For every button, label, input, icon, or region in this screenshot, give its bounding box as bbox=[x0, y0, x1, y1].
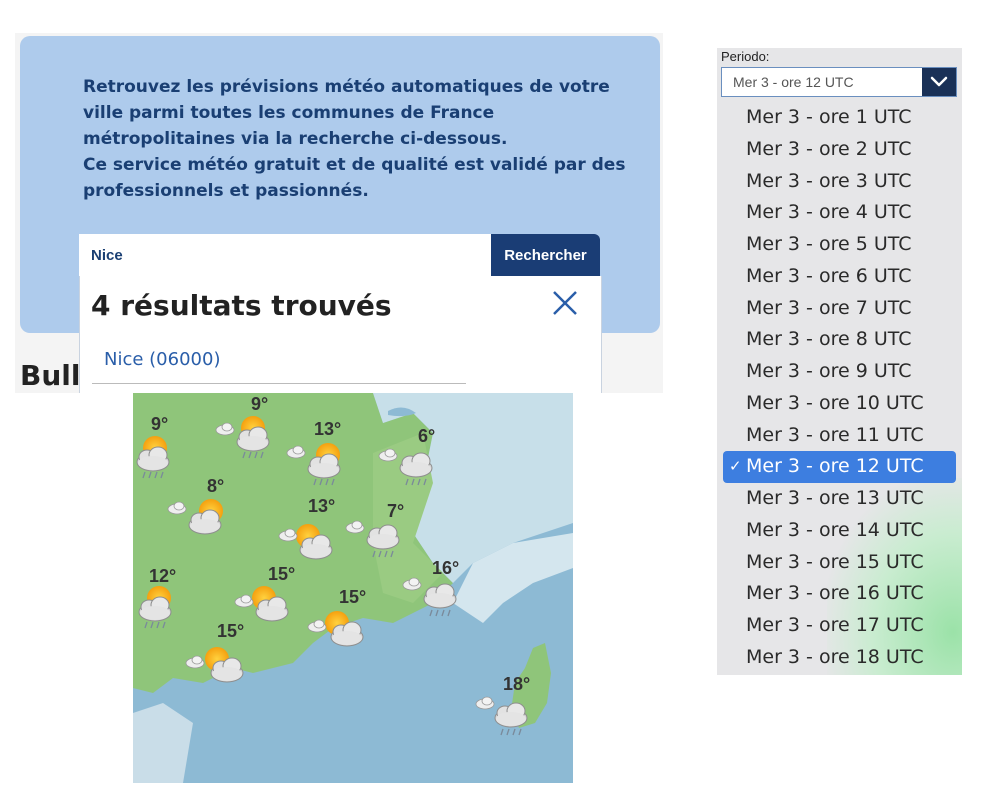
period-option-label: Mer 3 - ore 11 UTC bbox=[746, 423, 924, 446]
results-title: 4 résultats trouvés bbox=[91, 289, 392, 322]
temp-label: 15° bbox=[339, 587, 366, 607]
temp-label: 6° bbox=[418, 426, 435, 446]
period-option-label: Mer 3 - ore 10 UTC bbox=[746, 391, 924, 414]
period-label: Periodo: bbox=[721, 49, 770, 64]
temp-label: 9° bbox=[151, 414, 168, 434]
period-option[interactable]: Mer 3 - ore 8 UTC bbox=[717, 324, 962, 356]
temp-label: 8° bbox=[207, 476, 224, 496]
period-select[interactable]: Mer 3 - ore 12 UTC bbox=[721, 67, 957, 97]
temp-label: 9° bbox=[251, 394, 268, 414]
period-option-label: Mer 3 - ore 7 UTC bbox=[746, 296, 912, 319]
temp-label: 16° bbox=[432, 558, 459, 578]
period-option[interactable]: Mer 3 - ore 4 UTC bbox=[717, 197, 962, 229]
period-option-label: Mer 3 - ore 14 UTC bbox=[746, 518, 924, 541]
temp-label: 18° bbox=[503, 674, 530, 694]
period-option[interactable]: Mer 3 - ore 5 UTC bbox=[717, 229, 962, 261]
intro-text: Retrouvez les prévisions météo automatiq… bbox=[83, 74, 643, 204]
period-option-label: Mer 3 - ore 18 UTC bbox=[746, 645, 924, 668]
temp-label: 13° bbox=[308, 496, 335, 516]
close-icon[interactable] bbox=[550, 288, 580, 318]
period-option-label: Mer 3 - ore 1 UTC bbox=[746, 106, 912, 128]
period-select-value: Mer 3 - ore 12 UTC bbox=[733, 74, 854, 90]
search-results-dropdown: 4 résultats trouvés Nice (06000) bbox=[79, 276, 602, 393]
temp-label: 7° bbox=[387, 501, 404, 521]
period-option[interactable]: Mer 3 - ore 2 UTC bbox=[717, 134, 962, 166]
period-option-label: Mer 3 - ore 4 UTC bbox=[746, 201, 912, 224]
temp-label: 15° bbox=[268, 564, 295, 584]
period-option-label: Mer 3 - ore 6 UTC bbox=[746, 264, 912, 287]
intro-line: métropolitaines via la recherche ci-dess… bbox=[83, 129, 508, 149]
period-option-label: Mer 3 - ore 2 UTC bbox=[746, 137, 912, 160]
period-option[interactable]: Mer 3 - ore 1 UTC bbox=[717, 102, 962, 134]
period-option-label: Mer 3 - ore 9 UTC bbox=[746, 360, 912, 382]
period-option-label: Mer 3 - ore 13 UTC bbox=[746, 487, 924, 509]
period-option-label: Mer 3 - ore 12 UTC bbox=[746, 455, 924, 478]
period-option[interactable]: Mer 3 - ore 6 UTC bbox=[717, 261, 962, 293]
period-option[interactable]: Mer 3 - ore 10 UTC bbox=[717, 388, 962, 420]
results-divider bbox=[92, 383, 466, 384]
checkmark-icon: ✓ bbox=[729, 457, 742, 476]
select-toggle-button[interactable] bbox=[922, 68, 956, 96]
temp-label: 15° bbox=[217, 621, 244, 641]
weather-map[interactable]: 9° 9° 13° 6° 8° 13° 7° 12° 15° 15° 16° 1… bbox=[133, 393, 573, 783]
period-option[interactable]: Mer 3 - ore 13 UTC bbox=[717, 483, 962, 515]
period-option-label: Mer 3 - ore 3 UTC bbox=[746, 169, 912, 192]
search-button[interactable]: Rechercher bbox=[491, 234, 600, 276]
city-search-input[interactable] bbox=[79, 234, 491, 276]
period-option[interactable]: Mer 3 - ore 14 UTC bbox=[717, 515, 962, 547]
period-option[interactable]: Mer 3 - ore 11 UTC bbox=[717, 420, 962, 452]
chevron-down-icon bbox=[930, 76, 948, 87]
temp-label: 13° bbox=[314, 419, 341, 439]
period-option-label: Mer 3 - ore 8 UTC bbox=[746, 328, 912, 351]
period-option[interactable]: Mer 3 - ore 3 UTC bbox=[717, 166, 962, 198]
search-result-item[interactable]: Nice (06000) bbox=[104, 349, 220, 370]
search-panel: Retrouvez les prévisions météo automatiq… bbox=[15, 33, 663, 393]
period-selector-panel: Periodo: Mer 3 - ore 12 UTC Mer 3 - ore … bbox=[717, 48, 962, 675]
period-option-label: Mer 3 - ore 15 UTC bbox=[746, 550, 924, 573]
intro-line: professionnels et passionnés. bbox=[83, 181, 369, 201]
intro-line: Retrouvez les prévisions météo automatiq… bbox=[83, 77, 610, 97]
period-options-list: Mer 3 - ore 1 UTC Mer 3 - ore 2 UTC Mer 3 … bbox=[717, 102, 962, 674]
period-option[interactable]: Mer 3 - ore 17 UTC bbox=[717, 610, 962, 642]
period-option-label: Mer 3 - ore 17 UTC bbox=[746, 614, 924, 636]
period-option-label: Mer 3 - ore 5 UTC bbox=[746, 233, 912, 255]
period-option[interactable]: Mer 3 - ore 9 UTC bbox=[717, 356, 962, 388]
period-option[interactable]: Mer 3 - ore 15 UTC bbox=[717, 547, 962, 579]
intro-line: Ce service météo gratuit et de qualité e… bbox=[83, 155, 626, 175]
temp-label: 12° bbox=[149, 566, 176, 586]
intro-line: ville parmi toutes les communes de Franc… bbox=[83, 103, 495, 123]
period-option[interactable]: Mer 3 - ore 7 UTC bbox=[717, 293, 962, 325]
period-option[interactable]: ✓ Mer 3 - ore 12 UTC bbox=[723, 451, 956, 483]
period-option[interactable]: Mer 3 - ore 18 UTC bbox=[717, 642, 962, 674]
period-option[interactable]: Mer 3 - ore 16 UTC bbox=[717, 578, 962, 610]
period-option-label: Mer 3 - ore 16 UTC bbox=[746, 582, 924, 605]
